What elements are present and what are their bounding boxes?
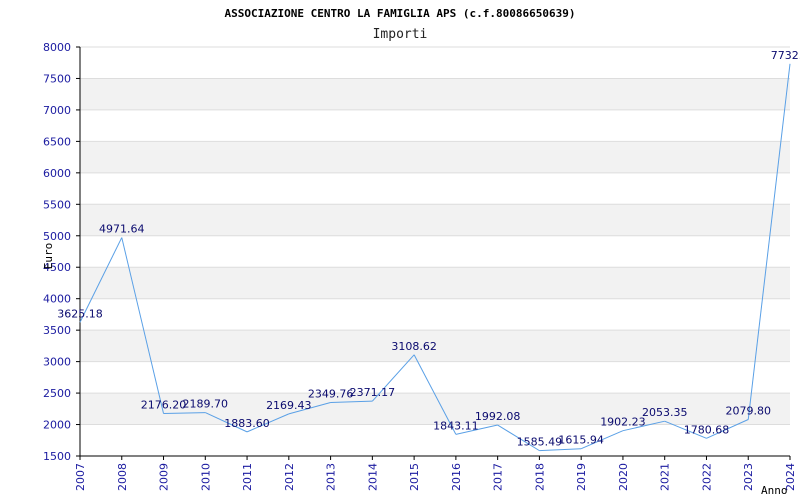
x-tick-label: 2017 [492,463,505,491]
data-label: 1843.11 [433,419,479,432]
chart-title: ASSOCIAZIONE CENTRO LA FAMIGLIA APS (c.f… [225,7,576,20]
grid-band [80,267,790,299]
x-tick-label: 2016 [450,463,463,491]
x-tick-label: 2020 [617,463,630,491]
data-label: 3108.62 [391,340,437,353]
data-label: 1585.49 [517,436,563,449]
line-chart: ASSOCIAZIONE CENTRO LA FAMIGLIA APS (c.f… [42,7,800,497]
data-label: 2176.20 [141,398,187,411]
y-tick-label: 3500 [43,324,71,337]
y-tick-label: 5500 [43,198,71,211]
data-label: 7732.1 [771,49,800,62]
x-tick-label: 2008 [116,463,129,491]
series-segment [539,448,582,452]
x-axis-label: Anno [761,484,788,497]
x-tick-label: 2021 [659,463,672,491]
x-tick-label: 2014 [366,463,379,491]
y-tick-label: 8000 [43,41,71,54]
chart-subtitle: Importi [373,27,428,42]
y-axis-label: Euro [42,243,55,270]
data-label: 1902.23 [600,416,646,429]
data-label: 2169.43 [266,399,312,412]
x-tick-label: 2023 [742,463,755,491]
x-tick-label: 2022 [700,463,713,491]
y-tick-label: 4000 [43,293,71,306]
x-tick-label: 2018 [533,463,546,491]
y-tick-label: 2000 [43,419,71,432]
x-axis-ticks: 2007 2008 2009 2010 2011 2012 2013 2014 2015 2016… [74,456,797,491]
x-tick-label: 2007 [74,463,87,491]
data-label: 2079.80 [725,405,771,418]
data-label: 1883.60 [224,417,270,430]
x-tick-label: 2012 [283,463,296,491]
data-label: 4971.64 [99,223,145,236]
x-tick-label: 2019 [575,463,588,491]
data-label: 3625.18 [57,307,103,320]
series-segment [747,63,791,420]
data-label: 1615.94 [558,434,604,447]
grid-band [80,141,790,173]
data-label: 2371.17 [350,386,396,399]
y-tick-label: 7500 [43,72,71,85]
data-label: 1780.68 [684,423,730,436]
grid-band [80,204,790,236]
grid-band [80,78,790,110]
y-tick-label: 3000 [43,356,71,369]
y-tick-label: 6500 [43,135,71,148]
y-tick-label: 5000 [43,230,71,243]
y-tick-label: 7000 [43,104,71,117]
series-segment [121,237,165,414]
x-tick-label: 2011 [241,463,254,491]
data-label: 2053.35 [642,406,688,419]
x-tick-label: 2009 [158,463,171,491]
y-tick-label: 2500 [43,387,71,400]
x-tick-label: 2013 [325,463,338,491]
data-label: 1992.08 [475,410,521,423]
y-tick-label: 1500 [43,450,71,463]
data-label: 2189.70 [183,398,229,411]
x-tick-label: 2010 [199,463,212,491]
x-tick-label: 2015 [408,463,421,491]
data-label: 2349.76 [308,388,354,401]
y-tick-label: 6000 [43,167,71,180]
